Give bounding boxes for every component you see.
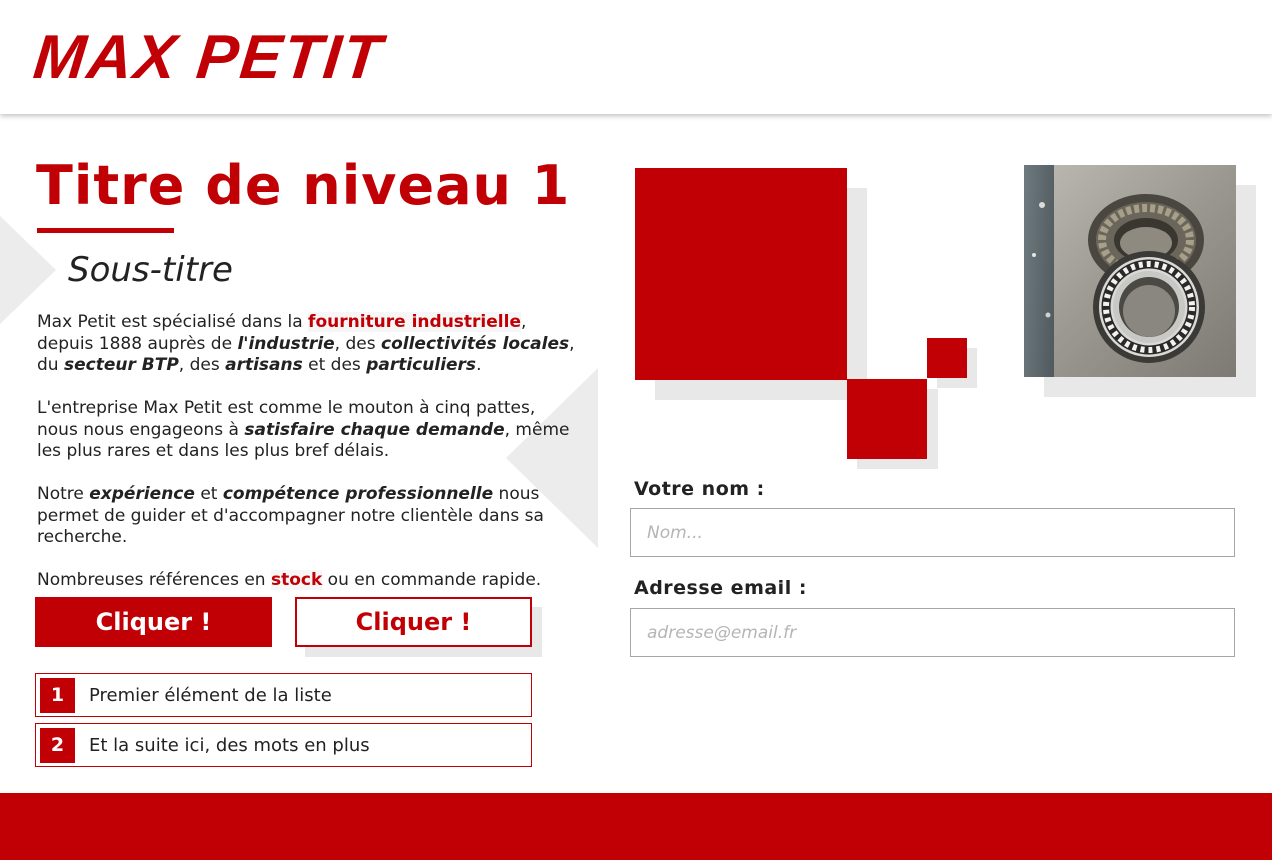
list-item-text: Et la suite ici, des mots en plus xyxy=(89,734,370,756)
highlight-fourniture: fourniture industrielle xyxy=(308,312,521,332)
text-run: ou en commande rapide. xyxy=(322,570,542,590)
text-run: , des xyxy=(178,355,226,375)
text-run: Nombreuses références en xyxy=(37,570,271,590)
text-run: Notre xyxy=(37,484,90,504)
list-item: 2 Et la suite ici, des mots en plus xyxy=(35,723,532,767)
emphasis-satisfaire: satisfaire chaque demande xyxy=(244,419,505,440)
intro-text: Max Petit est spécialisé dans la fournit… xyxy=(37,312,577,613)
title-underline xyxy=(37,228,174,233)
site-footer xyxy=(0,793,1272,860)
name-label: Votre nom : xyxy=(634,478,765,500)
paragraph-4: Nombreuses références en stock ou en com… xyxy=(37,570,577,592)
emphasis-btp: secteur BTP xyxy=(63,355,179,375)
bearing-illustration xyxy=(1024,165,1236,377)
paragraph-1: Max Petit est spécialisé dans la fournit… xyxy=(37,312,577,377)
emphasis-competence: compétence professionnelle xyxy=(222,484,494,504)
emphasis-collectivites: collectivités locales xyxy=(381,333,570,354)
text-run: . xyxy=(476,355,482,375)
page-subtitle: Sous-titre xyxy=(68,250,233,290)
decor-square-large xyxy=(635,168,847,380)
page-title: Titre de niveau 1 xyxy=(36,154,571,217)
text-run: Max Petit est spécialisé dans la xyxy=(37,312,309,332)
decor-square-medium xyxy=(847,379,927,459)
list-item-text: Premier élément de la liste xyxy=(89,684,332,706)
text-run: , des xyxy=(334,333,381,354)
list-item: 1 Premier élément de la liste xyxy=(35,673,532,717)
list-number-badge: 2 xyxy=(40,727,75,763)
text-run: et xyxy=(194,484,223,504)
site-header: MAX PETIT xyxy=(0,0,1272,114)
primary-button[interactable]: Cliquer ! xyxy=(35,597,272,647)
emphasis-artisans: artisans xyxy=(225,355,303,375)
secondary-button[interactable]: Cliquer ! xyxy=(295,597,532,647)
highlight-stock: stock xyxy=(270,570,323,590)
emphasis-experience: expérience xyxy=(89,484,195,504)
bearing-photo xyxy=(1024,165,1236,377)
emphasis-particuliers: particuliers xyxy=(366,355,477,375)
email-label: Adresse email : xyxy=(634,577,807,599)
paragraph-3: Notre expérience et compétence professio… xyxy=(37,484,577,549)
emphasis-industrie: l'industrie xyxy=(237,333,335,354)
paragraph-2: L'entreprise Max Petit est comme le mout… xyxy=(37,398,577,463)
brand-logo[interactable]: MAX PETIT xyxy=(30,23,386,92)
name-input[interactable] xyxy=(630,508,1235,557)
text-run: et des xyxy=(302,355,367,375)
decor-square-small xyxy=(927,338,967,378)
list-number-badge: 1 xyxy=(40,677,75,713)
email-input[interactable] xyxy=(630,608,1235,657)
